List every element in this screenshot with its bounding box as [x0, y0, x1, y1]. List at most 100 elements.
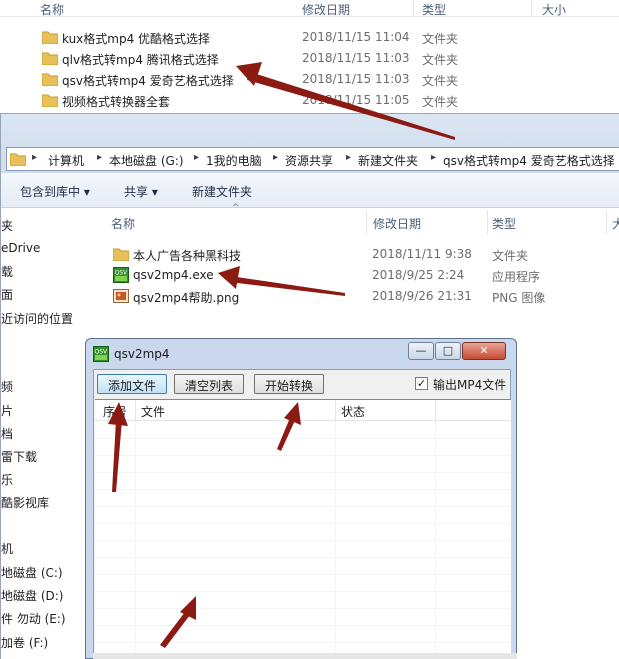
list-item[interactable]: kux格式mp4 优酷格式选择 2018/11/15 11:04 文件夹 [42, 28, 619, 48]
list-item[interactable]: 视频格式转换器全套 2018/11/15 11:05 文件夹 [42, 91, 619, 111]
nav-item[interactable]: 面 [1, 286, 13, 303]
item-type: 文件夹 [422, 32, 459, 46]
include-library-button[interactable]: 包含到库中 ▾ [20, 183, 90, 200]
svg-text:QSV: QSV [95, 349, 109, 356]
new-folder-button[interactable]: 新建文件夹 [192, 183, 252, 200]
navigation-pane: 夹 eDrive 载 面 近访问的位置 频 片 档 雷下载 乐 酷影视库 机 地… [1, 208, 94, 659]
column-name[interactable]: 名称 [111, 215, 135, 232]
breadcrumb-item[interactable]: 计算机 [48, 152, 84, 169]
toolbar: 包含到库中 ▾ 共享 ▾ 新建文件夹 [1, 173, 619, 208]
clear-list-button[interactable]: 清空列表 [174, 374, 244, 394]
column-date[interactable]: 修改日期 [373, 215, 421, 232]
item-type: 应用程序 [492, 270, 541, 284]
nav-item[interactable]: 档 [1, 425, 13, 442]
file-list-header: 序号 文件 状态 [95, 400, 511, 421]
close-button[interactable]: ✕ [462, 342, 506, 360]
output-mp4-label: 输出MP4文件 [433, 378, 507, 392]
file-list[interactable]: 序号 文件 状态 [95, 399, 511, 659]
breadcrumb-item[interactable]: 新建文件夹 [358, 152, 418, 169]
column-file[interactable]: 文件 [141, 403, 165, 420]
nav-item[interactable]: 机 [1, 540, 13, 557]
column-type[interactable]: 类型 [492, 215, 516, 232]
item-date: 2018/11/15 11:04 [302, 30, 410, 44]
image-icon [113, 289, 129, 303]
share-button[interactable]: 共享 ▾ [124, 183, 158, 200]
column-name[interactable]: 名称 [40, 1, 64, 18]
nav-item[interactable]: 雷下载 [1, 448, 37, 465]
folder-icon [42, 52, 58, 65]
item-name: kux格式mp4 优酷格式选择 [62, 32, 211, 46]
item-name: qsv格式转mp4 爱奇艺格式选择 [62, 74, 234, 88]
folder-icon [113, 248, 129, 261]
item-name: qsv2mp4帮助.png [133, 291, 240, 305]
sort-up-icon: ^ [232, 203, 240, 213]
item-name: 视频格式转换器全套 [62, 95, 171, 109]
item-type: 文件夹 [422, 74, 459, 88]
item-type: 文件夹 [422, 95, 459, 109]
item-name: qlv格式转mp4 腾讯格式选择 [62, 53, 219, 67]
item-name: 本人广告各种黑科技 [133, 249, 242, 263]
nav-item[interactable]: 酷影视库 [1, 494, 49, 511]
column-status[interactable]: 状态 [341, 403, 365, 420]
breadcrumb-item[interactable]: 1我的电脑 [206, 152, 262, 169]
nav-item[interactable]: 片 [1, 402, 13, 419]
chevron-right-icon[interactable]: ▸ [346, 152, 351, 163]
nav-item[interactable]: 载 [1, 263, 13, 280]
minimize-icon: — [415, 344, 427, 357]
list-item[interactable]: qlv格式转mp4 腾讯格式选择 2018/11/15 11:03 文件夹 [42, 49, 619, 69]
column-date[interactable]: 修改日期 [302, 1, 350, 18]
column-headers: 名称 ^ 修改日期 类型 大 [94, 203, 619, 234]
chevron-right-icon[interactable]: ▸ [32, 152, 37, 163]
add-file-button[interactable]: 添加文件 [97, 374, 167, 394]
nav-item[interactable]: 频 [1, 378, 13, 395]
start-convert-button[interactable]: 开始转换 [254, 374, 324, 394]
item-date: 2018/9/26 21:31 [372, 289, 472, 303]
folder-icon [42, 31, 58, 44]
nav-item[interactable]: 乐 [1, 471, 13, 488]
item-type: PNG 图像 [492, 291, 546, 305]
list-item[interactable]: qsv格式转mp4 爱奇艺格式选择 2018/11/15 11:03 文件夹 [42, 70, 619, 90]
list-item[interactable]: qsv2mp4帮助.png 2018/9/26 21:31 PNG 图像 [113, 287, 613, 307]
nav-item[interactable]: 加卷 (F:) [1, 634, 48, 651]
item-date: 2018/11/11 9:38 [372, 247, 472, 261]
breadcrumb-item[interactable]: 资源共享 [285, 152, 333, 169]
dialog-title: qsv2mp4 [114, 347, 170, 361]
maximize-icon: □ [442, 344, 454, 357]
address-bar[interactable]: ▸ 计算机 ▸ 本地磁盘 (G:) ▸ 1我的电脑 ▸ 资源共享 ▸ 新建文件夹… [6, 147, 619, 171]
nav-item[interactable]: 近访问的位置 [1, 310, 73, 327]
svg-text:QSV: QSV [115, 270, 129, 277]
nav-item[interactable]: 地磁盘 (C:) [1, 564, 63, 581]
item-type: 文件夹 [492, 249, 529, 263]
nav-item[interactable]: 地磁盘 (D:) [1, 587, 63, 604]
maximize-button[interactable]: □ [435, 342, 461, 360]
column-size[interactable]: 大 [612, 215, 619, 232]
list-item[interactable]: QSV qsv2mp4.exe 2018/9/25 2:24 应用程序 [113, 266, 613, 286]
folder-icon [42, 94, 58, 107]
item-type: 文件夹 [422, 53, 459, 67]
item-name: qsv2mp4.exe [133, 268, 214, 282]
list-item[interactable]: 本人广告各种黑科技 2018/11/11 9:38 文件夹 [113, 245, 613, 265]
chevron-right-icon[interactable]: ▸ [97, 152, 102, 163]
chevron-right-icon[interactable]: ▸ [431, 152, 436, 163]
app-icon: QSV [93, 346, 109, 362]
folder-icon [10, 153, 26, 166]
folder-icon [42, 73, 58, 86]
chevron-right-icon[interactable]: ▸ [273, 152, 278, 163]
breadcrumb-item[interactable]: 本地磁盘 (G:) [109, 152, 184, 169]
minimize-button[interactable]: — [408, 342, 434, 360]
output-mp4-checkbox[interactable]: ✓ [415, 377, 428, 390]
column-type[interactable]: 类型 [422, 1, 446, 18]
breadcrumb-item[interactable]: qsv格式转mp4 爱奇艺格式选择 [443, 152, 615, 169]
close-icon: ✕ [479, 344, 489, 357]
dialog-bottom-strip [93, 653, 517, 659]
back-column-headers: 名称 修改日期 类型 大小 [0, 0, 619, 17]
nav-item[interactable]: 夹 [1, 217, 13, 234]
nav-item[interactable]: eDrive [1, 241, 40, 255]
address-area: ▸ 计算机 ▸ 本地磁盘 (G:) ▸ 1我的电脑 ▸ 资源共享 ▸ 新建文件夹… [1, 114, 619, 173]
qsv2mp4-dialog: QSV qsv2mp4 — □ ✕ 添加文件 清空列表 开始转换 ✓ 输出MP4… [85, 338, 517, 659]
chevron-right-icon[interactable]: ▸ [194, 152, 199, 163]
column-size[interactable]: 大小 [542, 1, 566, 18]
dialog-client-area: 添加文件 清空列表 开始转换 ✓ 输出MP4文件 序号 文件 状态 [93, 369, 511, 659]
column-index[interactable]: 序号 [103, 403, 127, 420]
nav-item[interactable]: 件 勿动 (E:) [1, 610, 66, 627]
